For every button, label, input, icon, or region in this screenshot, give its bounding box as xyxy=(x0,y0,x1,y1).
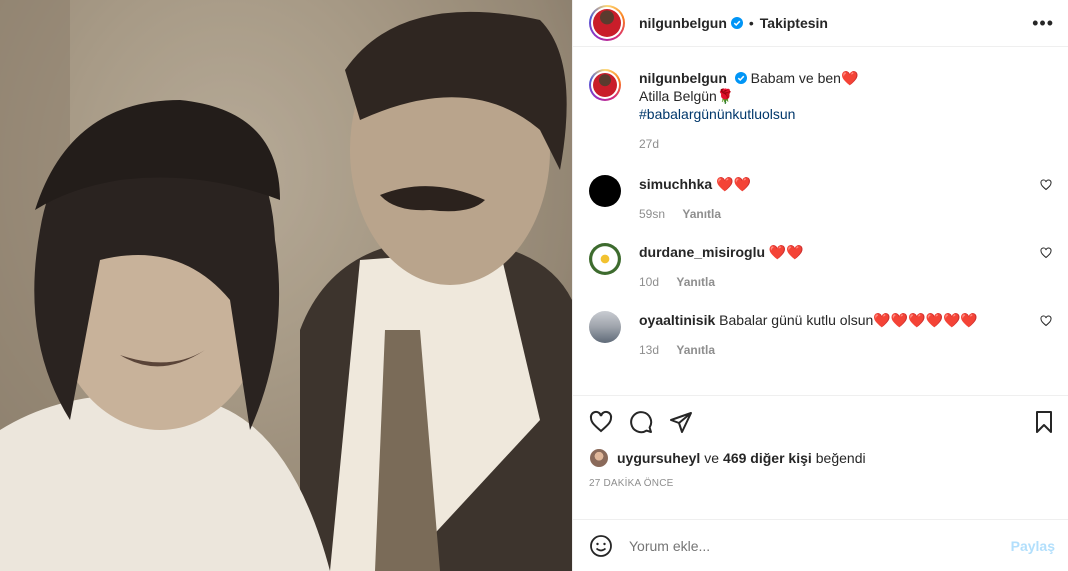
liker-avatar[interactable] xyxy=(589,448,609,468)
post-actions: uygursuheyl ve 469 diğer kişi beğendi 27… xyxy=(573,395,1068,519)
comment-item: simuchhka ❤️❤️ 59sn Yanıtla xyxy=(589,175,1052,221)
like-comment-heart-icon[interactable] xyxy=(1040,247,1052,259)
like-comment-heart-icon[interactable] xyxy=(1040,179,1052,191)
commenter-avatar[interactable] xyxy=(589,175,621,207)
caption-hashtag[interactable]: #babalargününkutluolsun xyxy=(639,106,795,122)
post-header: nilgunbelgun • Takiptesin ••• xyxy=(573,0,1068,47)
liker-username[interactable]: uygursuheyl xyxy=(617,450,700,466)
comment-item: durdane_misiroglu ❤️❤️ 10d Yanıtla xyxy=(589,243,1052,289)
reply-button[interactable]: Yanıtla xyxy=(682,207,721,221)
caption-time[interactable]: 27d xyxy=(639,137,858,151)
author-username[interactable]: nilgunbelgun xyxy=(639,15,727,31)
comment-time[interactable]: 59sn xyxy=(639,207,665,221)
comment-input[interactable] xyxy=(629,537,1052,554)
comments-section: nilgunbelgun Babam ve ben❤️ Atilla Belgü… xyxy=(573,47,1068,395)
comment-time[interactable]: 10d xyxy=(639,275,659,289)
comment-text: Babalar günü kutlu olsun❤️❤️❤️❤️❤️❤️ xyxy=(719,312,978,328)
author-avatar[interactable] xyxy=(589,5,625,41)
more-options-icon[interactable]: ••• xyxy=(1032,14,1054,32)
commenter-avatar[interactable] xyxy=(589,243,621,275)
save-bookmark-icon[interactable] xyxy=(1032,410,1056,434)
post-photo[interactable] xyxy=(0,0,572,571)
likes-suffix: beğendi xyxy=(815,450,866,466)
reply-button[interactable]: Yanıtla xyxy=(676,275,715,289)
likes-summary: uygursuheyl ve 469 diğer kişi beğendi xyxy=(589,448,1052,468)
comment-username[interactable]: oyaaltinisik xyxy=(639,312,715,328)
photo-image xyxy=(0,0,572,571)
caption-username[interactable]: nilgunbelgun xyxy=(639,70,727,86)
post-details-panel: nilgunbelgun • Takiptesin ••• nilgunbelg… xyxy=(572,0,1068,571)
like-heart-icon[interactable] xyxy=(589,410,613,434)
separator-dot: • xyxy=(748,15,754,31)
comment-text: ❤️❤️ xyxy=(716,176,751,192)
comment-text: ❤️❤️ xyxy=(768,244,804,260)
likes-others-link[interactable]: 469 diğer kişi xyxy=(723,450,812,466)
caption: nilgunbelgun Babam ve ben❤️ Atilla Belgü… xyxy=(589,69,1052,151)
commenter-avatar[interactable] xyxy=(589,311,621,343)
following-button[interactable]: Takiptesin xyxy=(760,15,828,31)
comment-time[interactable]: 13d xyxy=(639,343,659,357)
verified-badge-icon xyxy=(734,72,747,84)
verified-badge-icon xyxy=(730,17,743,29)
emoji-smiley-icon[interactable] xyxy=(589,534,613,558)
add-comment-bar: Paylaş xyxy=(573,519,1068,571)
reply-button[interactable]: Yanıtla xyxy=(676,343,715,357)
comment-username[interactable]: durdane_misiroglu xyxy=(639,244,765,260)
share-paper-plane-icon[interactable] xyxy=(669,410,693,434)
instagram-post: nilgunbelgun • Takiptesin ••• nilgunbelg… xyxy=(0,0,1068,571)
likes-connector: ve xyxy=(704,450,720,466)
caption-line2: Atilla Belgün🌹 xyxy=(639,88,735,104)
post-timestamp[interactable]: 27 DAKİKA ÖNCE xyxy=(589,478,1052,489)
caption-line1: Babam ve ben❤️ xyxy=(750,70,859,86)
comment-item: oyaaltinisik Babalar günü kutlu olsun❤️❤… xyxy=(589,311,1052,357)
caption-author-avatar[interactable] xyxy=(589,69,621,101)
post-comment-button[interactable]: Paylaş xyxy=(1011,538,1055,554)
like-comment-heart-icon[interactable] xyxy=(1040,315,1052,327)
comment-bubble-icon[interactable] xyxy=(629,410,653,434)
comment-username[interactable]: simuchhka xyxy=(639,176,712,192)
